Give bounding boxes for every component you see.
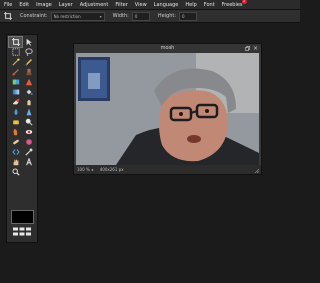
zoom-icon	[11, 168, 20, 176]
crop-icon	[4, 12, 12, 20]
tool-pencil[interactable]	[22, 57, 35, 67]
clone-icon	[26, 68, 31, 76]
width-input[interactable]: 0	[131, 11, 150, 21]
tool-blur[interactable]	[9, 107, 22, 117]
toolbox	[6, 34, 38, 243]
menu-bar: File Edit Image Layer Adjustment Filter …	[0, 0, 300, 10]
crop-icon	[11, 38, 20, 46]
menu-filter[interactable]: Filter	[115, 2, 127, 8]
menu-adjustment[interactable]: Adjustment	[80, 2, 109, 8]
hand-icon	[13, 159, 18, 166]
colorpicker-icon	[24, 148, 32, 156]
restore-icon[interactable]	[245, 46, 250, 51]
close-icon[interactable]: ×	[253, 45, 258, 52]
pinch-icon	[11, 149, 20, 155]
tool-zoom[interactable]	[9, 167, 22, 177]
height-input[interactable]: 0	[179, 11, 198, 21]
gradient-icon	[12, 89, 19, 95]
tool-grid	[8, 36, 35, 177]
resize-grip-icon[interactable]	[254, 168, 259, 173]
menu-help[interactable]: Help	[185, 2, 196, 8]
tool-spot-heal[interactable]	[9, 137, 22, 147]
menu-freebies[interactable]: Freebies 1	[221, 0, 247, 8]
tool-sponge[interactable]	[9, 117, 22, 127]
zoom-value: 100	[77, 167, 85, 172]
options-bar: Constraint: No restriction Width: 0 Heig…	[0, 10, 300, 23]
tool-eraser[interactable]	[9, 97, 22, 107]
color-replace-icon	[12, 79, 19, 85]
height-label: Height:	[157, 13, 177, 19]
bloat-icon	[25, 139, 32, 145]
tool-dodge[interactable]	[22, 117, 35, 127]
tool-color-replace[interactable]	[9, 77, 22, 87]
lasso-icon	[24, 48, 33, 56]
photo	[76, 53, 259, 165]
tool-lasso[interactable]	[22, 47, 35, 57]
document-statusbar: 100 % ▸ 400x261 px	[74, 165, 261, 174]
menu-image[interactable]: Image	[36, 2, 52, 8]
constraint-label: Constraint:	[20, 13, 48, 19]
tool-sharpen[interactable]	[22, 107, 35, 117]
fill-icon	[26, 89, 33, 95]
smudge-icon	[26, 100, 31, 106]
tool-drawing[interactable]	[22, 77, 35, 87]
zoom-arrow-icon[interactable]: ▸	[92, 167, 94, 172]
tool-fill[interactable]	[22, 87, 35, 97]
menu-freebies-label: Freebies	[221, 1, 243, 8]
image-canvas[interactable]	[76, 53, 259, 165]
type-icon	[25, 158, 32, 166]
zoom-unit: %	[85, 167, 90, 172]
document-titlebar[interactable]: mosh	[74, 44, 261, 53]
tool-wand[interactable]	[9, 57, 22, 67]
menu-edit[interactable]: Edit	[19, 2, 29, 8]
menu-file[interactable]: File	[4, 2, 12, 8]
pencil-icon	[24, 59, 32, 66]
notification-badge: 1	[241, 0, 247, 4]
view-mode-icon[interactable]	[12, 227, 32, 237]
dodge-icon	[25, 118, 33, 126]
tool-colorpicker[interactable]	[22, 147, 35, 157]
tool-crop[interactable]	[8, 36, 23, 48]
blur-icon	[13, 108, 18, 116]
brush-icon	[11, 69, 19, 76]
document-window: mosh × 100 % ▸ 400x261 px	[73, 43, 262, 175]
image-dimensions: 400x261 px	[99, 167, 124, 172]
sponge-icon	[12, 120, 19, 125]
eraser-icon	[12, 98, 20, 105]
sharpen-icon	[26, 108, 31, 116]
foreground-color-swatch[interactable]	[11, 210, 34, 224]
tool-burn[interactable]	[9, 127, 22, 137]
constraint-select[interactable]: No restriction	[50, 11, 105, 21]
tool-pinch[interactable]	[9, 147, 22, 157]
menu-layer[interactable]: Layer	[59, 2, 73, 8]
document-title: mosh	[160, 45, 175, 51]
redeye-icon	[25, 130, 32, 134]
menu-view[interactable]: View	[135, 2, 147, 8]
tool-brush[interactable]	[9, 67, 22, 77]
drawing-icon	[25, 78, 32, 86]
zoom-level[interactable]: 100 %	[77, 167, 90, 172]
width-label: Width:	[112, 13, 129, 19]
tool-gradient[interactable]	[9, 87, 22, 97]
tool-marquee[interactable]	[9, 47, 22, 57]
spot-heal-icon	[12, 139, 19, 145]
tool-type[interactable]	[22, 157, 35, 167]
wand-icon	[11, 58, 20, 66]
tool-redeye[interactable]	[22, 127, 35, 137]
marquee-icon	[11, 48, 20, 56]
tool-move[interactable]	[22, 37, 35, 47]
menu-language[interactable]: Language	[154, 2, 179, 8]
tool-smudge[interactable]	[22, 97, 35, 107]
tool-hand[interactable]	[9, 157, 22, 167]
burn-icon	[13, 128, 17, 136]
tool-clone[interactable]	[22, 67, 35, 77]
move-icon	[26, 38, 32, 46]
tool-bloat[interactable]	[22, 137, 35, 147]
menu-font[interactable]: Font	[204, 2, 215, 8]
